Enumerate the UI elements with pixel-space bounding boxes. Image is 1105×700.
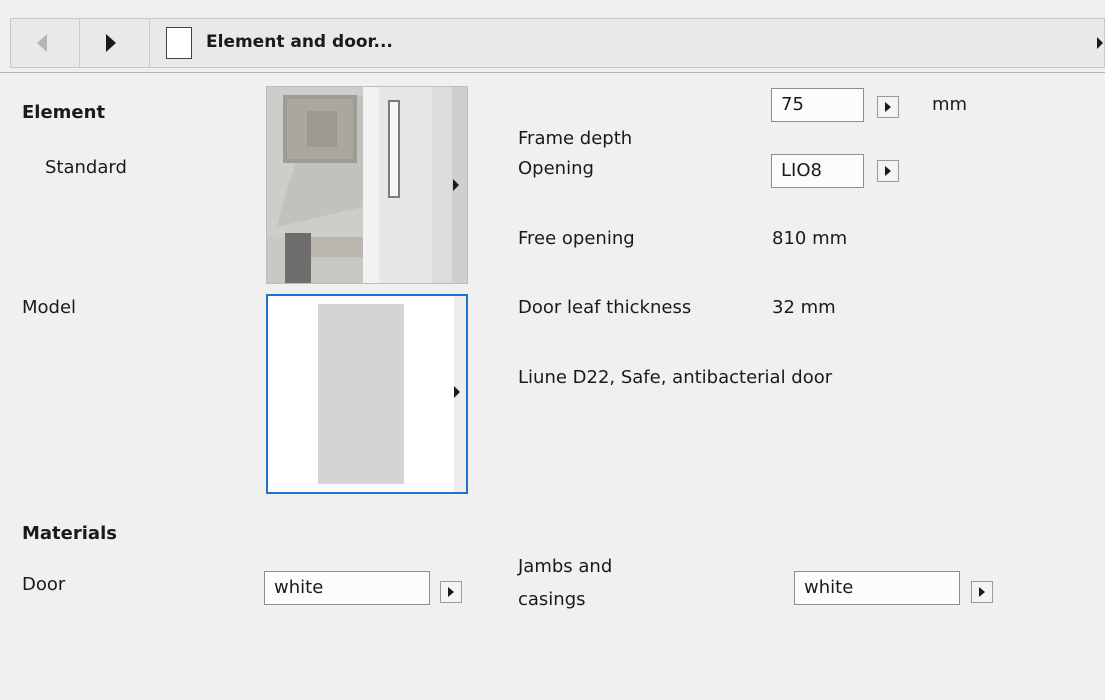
opening-button[interactable] bbox=[877, 160, 899, 182]
toolbar-title[interactable]: Element and door... bbox=[206, 32, 393, 52]
materials-heading: Materials bbox=[22, 523, 117, 544]
toolbar: Element and door... bbox=[10, 18, 1105, 68]
room-photo-image bbox=[267, 87, 467, 283]
expand-arrow-icon[interactable] bbox=[1097, 37, 1103, 49]
header-divider bbox=[0, 72, 1105, 73]
triangle-right-icon bbox=[885, 102, 891, 112]
element-type-label: Standard bbox=[45, 157, 127, 178]
back-button[interactable] bbox=[11, 19, 71, 67]
door-material-button[interactable] bbox=[440, 581, 462, 603]
thumbnail-arrow-icon bbox=[453, 179, 459, 191]
door-leaf-thickness-label: Door leaf thickness bbox=[518, 297, 692, 318]
door-material-label: Door bbox=[22, 574, 66, 595]
jambs-label-line1: Jambs and bbox=[518, 556, 613, 577]
jambs-material-button[interactable] bbox=[971, 581, 993, 603]
element-heading: Element bbox=[22, 102, 106, 123]
toolbar-divider bbox=[149, 19, 150, 67]
free-opening-label: Free opening bbox=[518, 228, 635, 249]
opening-field[interactable]: LIO8 bbox=[771, 154, 864, 188]
model-thumbnail[interactable] bbox=[266, 294, 468, 494]
back-arrow-icon bbox=[37, 34, 47, 52]
forward-button[interactable] bbox=[80, 19, 140, 67]
opening-label: Opening bbox=[518, 158, 594, 179]
jambs-material-field[interactable]: white bbox=[794, 571, 960, 605]
model-label: Model bbox=[22, 297, 77, 318]
frame-depth-button[interactable] bbox=[877, 96, 899, 118]
frame-depth-unit: mm bbox=[932, 94, 968, 115]
frame-depth-label: Frame depth bbox=[518, 128, 633, 149]
triangle-right-icon bbox=[885, 166, 891, 176]
element-thumbnail[interactable] bbox=[266, 86, 468, 284]
document-icon bbox=[166, 27, 192, 59]
door-leaf-thickness-value: 32 mm bbox=[772, 297, 836, 318]
triangle-right-icon bbox=[448, 587, 454, 597]
triangle-right-icon bbox=[979, 587, 985, 597]
jambs-label-line2: casings bbox=[518, 589, 586, 610]
frame-depth-field[interactable]: 75 bbox=[771, 88, 864, 122]
door-material-field[interactable]: white bbox=[264, 571, 430, 605]
thumbnail-arrow-icon bbox=[454, 386, 460, 398]
model-description: Liune D22, Safe, antibacterial door bbox=[518, 367, 833, 388]
door-model-image bbox=[268, 296, 466, 492]
forward-arrow-icon bbox=[106, 34, 116, 52]
free-opening-value: 810 mm bbox=[772, 228, 848, 249]
